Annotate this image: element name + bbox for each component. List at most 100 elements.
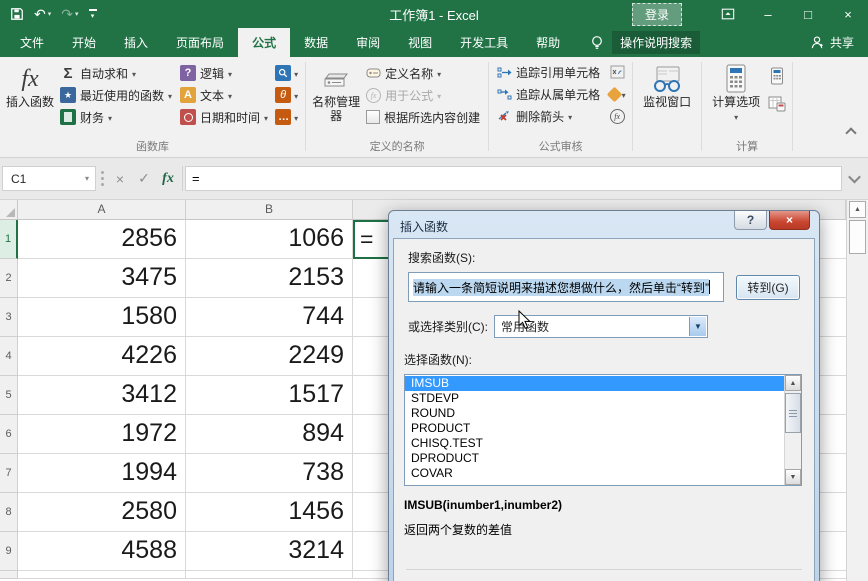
cell-a1[interactable]: 2856 [18,220,186,259]
cell-a6[interactable]: 1972 [18,415,186,454]
logical-button[interactable]: ? 逻辑 [176,62,272,84]
cell-b3[interactable]: 744 [186,298,353,337]
define-name-button[interactable]: 定义名称 [362,62,484,84]
list-item[interactable]: IMSUB [405,376,784,391]
tab-data[interactable]: 数据 [290,28,342,57]
list-item[interactable]: DPRODUCT [405,451,784,466]
cell-b1[interactable]: 1066 [186,220,353,259]
category-dropdown[interactable]: 常用函数 ▼ [494,315,708,338]
cell-a4[interactable]: 4226 [18,337,186,376]
row-header-7[interactable]: 7 [0,454,18,493]
remove-arrows-button[interactable]: 删除箭头 [493,105,604,127]
tab-insert[interactable]: 插入 [110,28,162,57]
redo-button[interactable]: ↷▾ [61,7,78,21]
text-button[interactable]: A 文本 [176,84,272,106]
tab-page-layout[interactable]: 页面布局 [162,28,238,57]
save-icon[interactable] [10,7,24,21]
dialog-help-button[interactable]: ? [734,211,767,230]
collapse-ribbon-icon[interactable] [847,126,856,135]
trace-precedents-button[interactable]: 追踪引用单元格 [493,61,604,83]
cell-b8[interactable]: 1456 [186,493,353,532]
customize-quick-access-icon[interactable]: ▾ [89,9,97,20]
scroll-up-icon[interactable]: ▲ [785,375,801,391]
more-functions-button[interactable]: … [272,106,301,128]
tell-me-search-input[interactable]: 操作说明搜索 [612,31,700,54]
calculate-now-icon[interactable] [766,65,788,87]
ribbon-display-options-icon[interactable] [708,0,748,28]
go-button[interactable]: 转到(G) [736,275,800,300]
financial-button[interactable]: 财务 [56,106,176,128]
tab-help[interactable]: 帮助 [522,28,574,57]
lookup-reference-button[interactable] [272,62,301,84]
row-header-3[interactable]: 3 [0,298,18,337]
formula-bar-splitter[interactable] [96,177,108,180]
cell-a8[interactable]: 2580 [18,493,186,532]
formula-input[interactable]: = [185,166,842,191]
cancel-icon[interactable]: × [108,166,132,191]
enter-check-icon[interactable]: ✓ [132,166,156,191]
cell-a7[interactable]: 1994 [18,454,186,493]
recently-used-button[interactable]: ★ 最近使用的函数 [56,84,176,106]
insert-function-fx-icon[interactable]: fx [156,166,180,191]
cell-a3[interactable]: 1580 [18,298,186,337]
tab-review[interactable]: 审阅 [342,28,394,57]
evaluate-formula-icon[interactable]: fx [606,105,628,127]
name-box[interactable]: C1 ▾ [2,166,96,191]
column-header-b[interactable]: B [186,200,353,220]
dialog-close-button[interactable]: × [769,211,810,230]
row-header-6[interactable]: 6 [0,415,18,454]
cell-a2[interactable]: 3475 [18,259,186,298]
tab-developer[interactable]: 开发工具 [446,28,522,57]
undo-button[interactable]: ↶▾ [34,7,51,21]
trace-dependents-button[interactable]: 追踪从属单元格 [493,83,604,105]
dropdown-arrow-icon[interactable]: ▼ [689,317,706,336]
row-header-1[interactable]: 1 [0,220,18,259]
list-scrollbar[interactable]: ▲ ▼ [784,375,801,485]
row-header-2[interactable]: 2 [0,259,18,298]
date-time-button[interactable]: 日期和时间 [176,106,272,128]
function-listbox[interactable]: IMSUB STDEVP ROUND PRODUCT CHISQ.TEST DP… [404,374,802,486]
tab-formulas[interactable]: 公式 [238,28,290,57]
cell-a9[interactable]: 4588 [18,532,186,571]
select-all-button[interactable] [0,200,18,220]
search-function-input[interactable]: 请输入一条简短说明来描述您想做什么，然后单击“转到” [408,272,724,302]
scroll-down-icon[interactable]: ▼ [785,469,801,485]
cell-b7[interactable]: 738 [186,454,353,493]
list-item[interactable]: COVAR [405,466,784,481]
row-header-8[interactable]: 8 [0,493,18,532]
minimize-button[interactable]: – [748,0,788,28]
calculate-sheet-icon[interactable] [766,93,788,115]
show-formulas-icon[interactable] [606,61,628,83]
login-button[interactable]: 登录 [632,3,682,26]
cell-b6[interactable]: 894 [186,415,353,454]
close-button[interactable]: × [828,0,868,28]
list-item[interactable]: STDEVP [405,391,784,406]
vertical-scrollbar[interactable]: ▲ [846,200,868,581]
name-manager-button[interactable]: 名称管理器 [310,61,362,123]
maximize-button[interactable]: □ [788,0,828,28]
scroll-up-icon[interactable]: ▲ [849,201,866,218]
share-button[interactable]: 共享 [810,28,868,57]
scrollbar-thumb[interactable] [849,220,866,254]
expand-formula-bar-icon[interactable] [842,166,866,191]
row-header-4[interactable]: 4 [0,337,18,376]
tab-view[interactable]: 视图 [394,28,446,57]
list-item[interactable]: PRODUCT [405,421,784,436]
cell-a5[interactable]: 3412 [18,376,186,415]
row-header-10[interactable] [0,571,18,579]
math-trig-button[interactable]: θ [272,84,301,106]
insert-function-button[interactable]: fx 插入函数 [4,61,56,109]
list-item[interactable]: CHISQ.TEST [405,436,784,451]
autosum-button[interactable]: Σ 自动求和 [56,62,176,84]
cell-b5[interactable]: 1517 [186,376,353,415]
cell-b2[interactable]: 2153 [186,259,353,298]
scrollbar-thumb[interactable] [785,393,801,433]
row-header-5[interactable]: 5 [0,376,18,415]
row-header-9[interactable]: 9 [0,532,18,571]
column-header-a[interactable]: A [18,200,186,220]
calculation-options-button[interactable]: 计算选项 [706,61,766,125]
watch-window-button[interactable]: 监视窗口 [637,61,697,109]
tab-file[interactable]: 文件 [6,28,58,57]
use-in-formula-button[interactable]: fx 用于公式 [362,84,484,106]
tab-home[interactable]: 开始 [58,28,110,57]
